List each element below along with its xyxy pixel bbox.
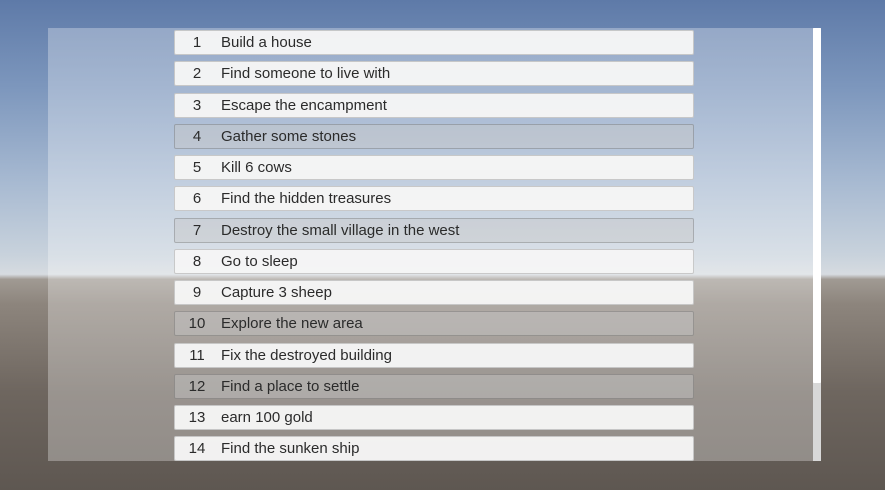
quest-number: 10	[188, 315, 206, 333]
quest-label: Find the hidden treasures	[221, 190, 392, 208]
quest-list: 1 Build a house 2 Find someone to live wit…	[174, 30, 694, 461]
quest-row[interactable]: 7 Destroy the small village in the west	[174, 217, 694, 243]
game-scene-background: 1 Build a house 2 Find someone to live wit…	[0, 0, 885, 490]
quest-label: Capture 3 sheep	[221, 284, 332, 301]
quest-row[interactable]: 14 Find the sunken ship	[174, 436, 694, 461]
quest-number: 11	[189, 346, 205, 364]
quest-row[interactable]: 13 earn 100 gold	[174, 405, 694, 430]
quest-number: 4	[192, 127, 202, 145]
quest-label: Go to sleep	[221, 252, 298, 270]
quest-row[interactable]: 9 Capture 3 sheep	[174, 280, 694, 305]
quest-number: 8	[192, 252, 202, 270]
quest-number: 12	[188, 377, 206, 395]
scrollbar-thumb[interactable]	[813, 28, 821, 383]
quest-label: Destroy the small village in the west	[221, 221, 460, 239]
quest-label: Fix the destroyed building	[221, 346, 392, 364]
quest-row[interactable]: 4 Gather some stones	[174, 123, 694, 149]
quest-label: Explore the new area	[221, 315, 363, 333]
quest-label: Find a place to settle	[221, 377, 360, 395]
quest-list-panel: 1 Build a house 2 Find someone to live wit…	[48, 28, 813, 461]
quest-row[interactable]: 10 Explore the new area	[174, 311, 694, 337]
quest-number: 6	[192, 190, 202, 208]
quest-number: 7	[192, 221, 202, 239]
quest-label: Escape the encampment	[221, 96, 387, 114]
quest-row[interactable]: 11 Fix the destroyed building	[174, 342, 694, 368]
vertical-scrollbar[interactable]	[813, 28, 821, 461]
quest-label: Gather some stones	[221, 127, 357, 145]
quest-number: 1	[192, 34, 202, 51]
quest-label: earn 100 gold	[221, 409, 313, 426]
quest-label: Kill 6 cows	[221, 159, 292, 176]
quest-row[interactable]: 3 Escape the encampment	[174, 92, 694, 118]
quest-number: 14	[188, 440, 206, 458]
quest-row[interactable]: 5 Kill 6 cows	[174, 155, 694, 180]
quest-number: 3	[192, 96, 202, 114]
quest-row[interactable]: 2 Find someone to live with	[174, 61, 694, 87]
quest-number: 5	[192, 159, 202, 176]
quest-label: Find someone to live with	[221, 65, 391, 83]
quest-label: Find the sunken ship	[221, 440, 360, 458]
quest-number: 2	[192, 65, 202, 83]
quest-row[interactable]: 8 Go to sleep	[174, 248, 694, 274]
quest-number: 13	[188, 409, 206, 426]
quest-row[interactable]: 6 Find the hidden treasures	[174, 186, 694, 212]
quest-number: 9	[192, 284, 202, 301]
quest-row[interactable]: 1 Build a house	[174, 30, 694, 55]
quest-label: Build a house	[221, 34, 312, 51]
quest-row[interactable]: 12 Find a place to settle	[174, 373, 694, 399]
